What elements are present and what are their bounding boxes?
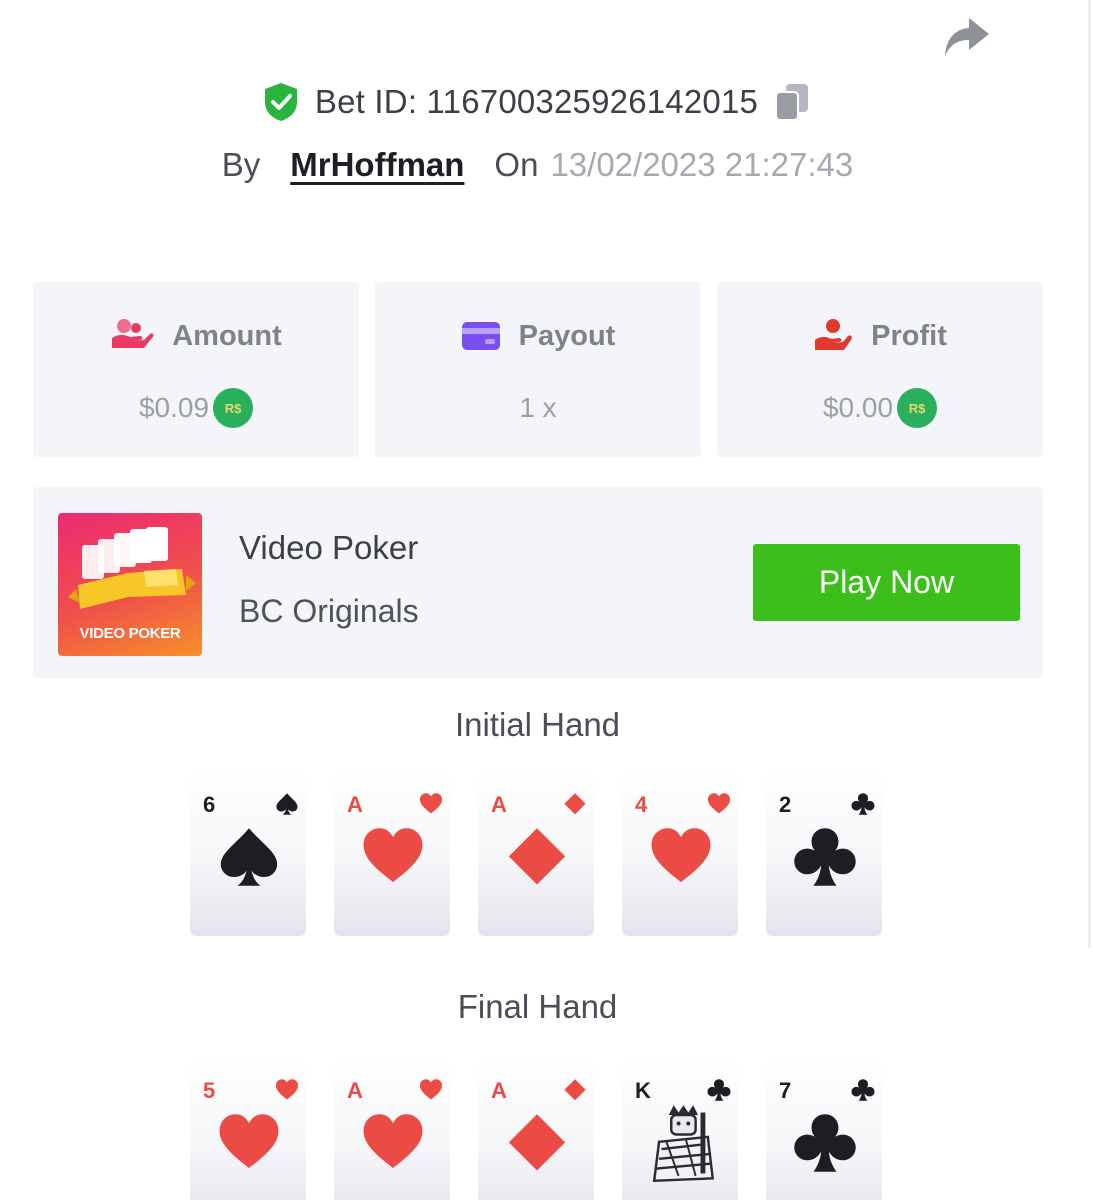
play-now-button[interactable]: Play Now [753, 544, 1020, 621]
stat-amount: Amount $0.09 R$ [33, 282, 359, 457]
share-icon [945, 18, 989, 56]
heart-icon [707, 793, 731, 814]
playing-card-7-club: 7 [766, 1056, 882, 1200]
club-icon [851, 793, 875, 815]
game-panel: VIDEO POKER Video Poker BC Originals Pla… [33, 487, 1043, 678]
stat-label: Amount [172, 319, 282, 352]
card-rank: A [491, 792, 507, 817]
initial-hand-title: Initial Hand [454, 706, 621, 743]
playing-card-a-diamond: A [478, 770, 594, 936]
spade-icon [220, 828, 278, 886]
stat-value: $0.00 [822, 392, 894, 423]
bet-id-row: Bet ID: 116700325926142015 [0, 80, 1075, 124]
club-icon [707, 1079, 731, 1101]
card-rank: A [347, 792, 363, 817]
game-thumbnail-label: VIDEO POKER [79, 625, 181, 642]
card-rank: 2 [779, 792, 792, 817]
club-icon [794, 828, 856, 886]
card-rank: 6 [203, 792, 216, 817]
final-hand-title: Final Hand [457, 988, 618, 1025]
money-hand-icon [112, 319, 154, 348]
stat-label: Profit [871, 319, 947, 352]
by-label: By [221, 146, 261, 183]
currency-coin-icon: R$ [897, 388, 938, 428]
diamond-icon [564, 1079, 586, 1101]
card-rank: A [491, 1078, 507, 1103]
stat-value: $0.09 [138, 392, 210, 423]
stat-payout: Payout 1 x [375, 282, 701, 457]
playing-card-2-club: 2 [766, 770, 882, 936]
club-icon [794, 1114, 856, 1172]
playing-card-a-diamond: A [478, 1056, 594, 1200]
bet-stats: Amount $0.09 R$ Payout 1 x Profit $0.00 … [33, 282, 1043, 457]
club-icon [851, 1079, 875, 1101]
stat-profit: Profit $0.00 R$ [717, 282, 1043, 457]
game-provider: BC Originals [239, 593, 419, 629]
playing-card-4-heart: 4 [622, 770, 738, 936]
heart-icon [363, 1114, 423, 1168]
panel-right-border [1088, 0, 1091, 948]
bet-id: Bet ID: 116700325926142015 [314, 83, 759, 120]
on-label: On [494, 146, 539, 183]
king-face-icon [652, 1105, 715, 1183]
heart-icon [219, 1114, 279, 1168]
heart-icon [419, 1079, 443, 1100]
card-rank: 5 [203, 1078, 216, 1103]
final-hand-cards: 5 A A K 7 [190, 1056, 882, 1200]
username-link[interactable]: MrHoffman [290, 146, 464, 184]
heart-icon [363, 828, 423, 882]
playing-card-a-heart: A [334, 1056, 450, 1200]
stat-label: Payout [518, 319, 616, 352]
diamond-icon [508, 828, 566, 885]
share-button[interactable] [938, 12, 994, 62]
heart-icon [419, 793, 443, 814]
playing-card-a-heart: A [334, 770, 450, 936]
wallet-card-icon [461, 322, 500, 350]
playing-card-6-spade: 6 [190, 770, 306, 936]
spade-icon [276, 793, 298, 815]
diamond-icon [564, 793, 586, 815]
initial-hand-cards: 6 A A 4 2 [190, 770, 882, 936]
playing-card-k-club: K [622, 1056, 738, 1200]
copy-icon [775, 84, 809, 121]
card-rank: 4 [635, 792, 648, 817]
heart-icon [275, 1079, 299, 1100]
playing-card-5-heart: 5 [190, 1056, 306, 1200]
cards-fan-icon [68, 527, 196, 609]
bet-author-row: By MrHoffman On 13/02/2023 21:27:43 [0, 146, 1075, 184]
currency-coin-icon: R$ [213, 388, 254, 428]
copy-button[interactable] [772, 80, 812, 124]
card-rank: A [347, 1078, 363, 1103]
verified-shield-icon [263, 82, 301, 122]
card-rank: 7 [779, 1078, 792, 1103]
bet-datetime: 13/02/2023 21:27:43 [550, 146, 854, 183]
stat-value: 1 x [519, 392, 557, 423]
heart-icon [651, 828, 711, 882]
coin-hand-icon [815, 319, 852, 350]
game-name: Video Poker [239, 529, 419, 566]
diamond-icon [508, 1114, 566, 1171]
game-thumbnail[interactable]: VIDEO POKER [58, 513, 202, 656]
